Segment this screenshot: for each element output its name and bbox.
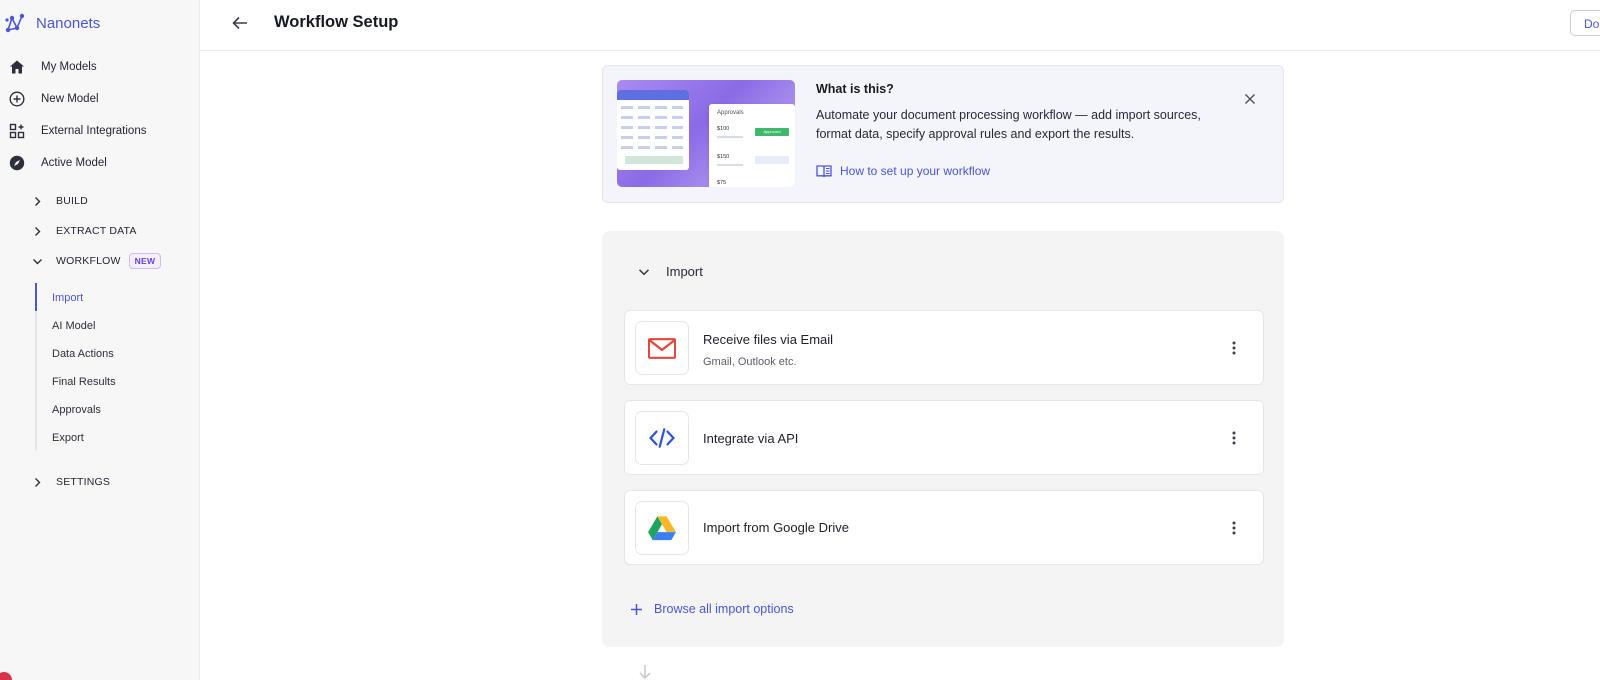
chevron-down-icon [32, 256, 43, 267]
import-section-toggle[interactable]: Import [638, 264, 703, 279]
more-options-icon[interactable] [1229, 339, 1239, 357]
new-badge: NEW [128, 253, 162, 269]
import-source-google-drive[interactable]: Import from Google Drive [624, 490, 1264, 565]
section-extract-data[interactable]: EXTRACT DATA [32, 221, 137, 241]
source-title: Import from Google Drive [703, 520, 849, 535]
active-indicator [35, 283, 37, 311]
illustration-amount: $75 [717, 180, 727, 186]
section-label: SETTINGS [56, 476, 111, 488]
nav-item-active-model[interactable]: Active Model [8, 152, 107, 174]
chevron-right-icon [32, 226, 43, 237]
brand-logo[interactable]: Nanonets [4, 12, 100, 34]
home-icon [8, 59, 25, 76]
chevron-down-icon [638, 268, 650, 275]
nav-item-my-models[interactable]: My Models [8, 56, 97, 78]
plus-circle-icon [8, 91, 25, 108]
source-subtitle: Gmail, Outlook etc. [703, 356, 797, 368]
nav-item-label: New Model [41, 93, 99, 105]
section-workflow[interactable]: WORKFLOW NEW [32, 251, 162, 271]
workflow-item-export[interactable]: Export [52, 428, 84, 448]
workflow-item-final-results[interactable]: Final Results [52, 372, 116, 392]
arrow-down-icon [639, 665, 651, 680]
nav-item-new-model[interactable]: New Model [8, 88, 99, 110]
nav-item-external-integrations[interactable]: External Integrations [8, 120, 146, 142]
nav-item-label: My Models [41, 61, 97, 73]
source-title: Integrate via API [703, 431, 799, 446]
section-label: EXTRACT DATA [56, 225, 137, 237]
workflow-illustration: Approvals $100 Approved $150 $75 [617, 80, 795, 187]
nav-item-label: External Integrations [41, 125, 147, 137]
workflow-item-import[interactable]: Import [52, 288, 83, 308]
gmail-icon [635, 321, 689, 375]
book-icon [816, 165, 832, 178]
close-icon[interactable] [1243, 92, 1257, 106]
done-button[interactable]: Do [1570, 10, 1600, 36]
grid-add-icon [8, 123, 25, 140]
workflow-item-data-actions[interactable]: Data Actions [52, 344, 114, 364]
compass-icon [8, 155, 25, 172]
workflow-item-approvals[interactable]: Approvals [52, 400, 101, 420]
section-build[interactable]: BUILD [32, 191, 88, 211]
source-title: Receive files via Email [703, 332, 834, 347]
back-arrow-icon[interactable] [230, 13, 250, 33]
info-card: Approvals $100 Approved $150 $75 What is… [602, 65, 1284, 203]
setup-guide-link[interactable]: How to set up your workflow [816, 164, 990, 178]
more-options-icon[interactable] [1229, 429, 1239, 447]
nanonets-logo-icon [5, 13, 25, 33]
browse-import-options-label: Browse all import options [654, 602, 794, 616]
google-drive-icon [635, 501, 689, 555]
import-source-email[interactable]: Receive files via Email Gmail, Outlook e… [624, 310, 1264, 385]
notification-dot[interactable] [0, 672, 12, 680]
section-settings[interactable]: SETTINGS [32, 472, 110, 492]
chevron-right-icon [32, 196, 43, 207]
import-section-title: Import [666, 264, 703, 279]
illustration-amount: $100 [717, 126, 730, 132]
chevron-right-icon [32, 477, 43, 488]
import-panel: Import Receive files via Email Gmail, Ou… [602, 231, 1284, 647]
import-source-api[interactable]: Integrate via API [624, 400, 1264, 475]
brand-name: Nanonets [36, 14, 101, 32]
code-icon [635, 411, 689, 465]
plus-icon [631, 603, 642, 615]
sidebar: Nanonets My Models New Model External In… [0, 0, 200, 680]
browse-import-options-button[interactable]: Browse all import options [630, 602, 794, 616]
illustration-title: Approvals [717, 110, 744, 116]
more-options-icon[interactable] [1229, 519, 1239, 537]
info-description: Automate your document processing workfl… [816, 108, 1201, 141]
section-label: WORKFLOW [56, 255, 121, 267]
setup-guide-link-label: How to set up your workflow [840, 164, 991, 178]
illustration-approved: Approved [755, 128, 789, 136]
info-title: What is this? [816, 82, 894, 96]
page-title: Workflow Setup [274, 13, 399, 31]
workflow-item-ai-model[interactable]: AI Model [52, 316, 95, 336]
illustration-amount: $150 [717, 154, 730, 160]
section-label: BUILD [56, 195, 88, 207]
top-header: Workflow Setup Do [200, 0, 1600, 51]
nav-item-label: Active Model [41, 157, 107, 169]
